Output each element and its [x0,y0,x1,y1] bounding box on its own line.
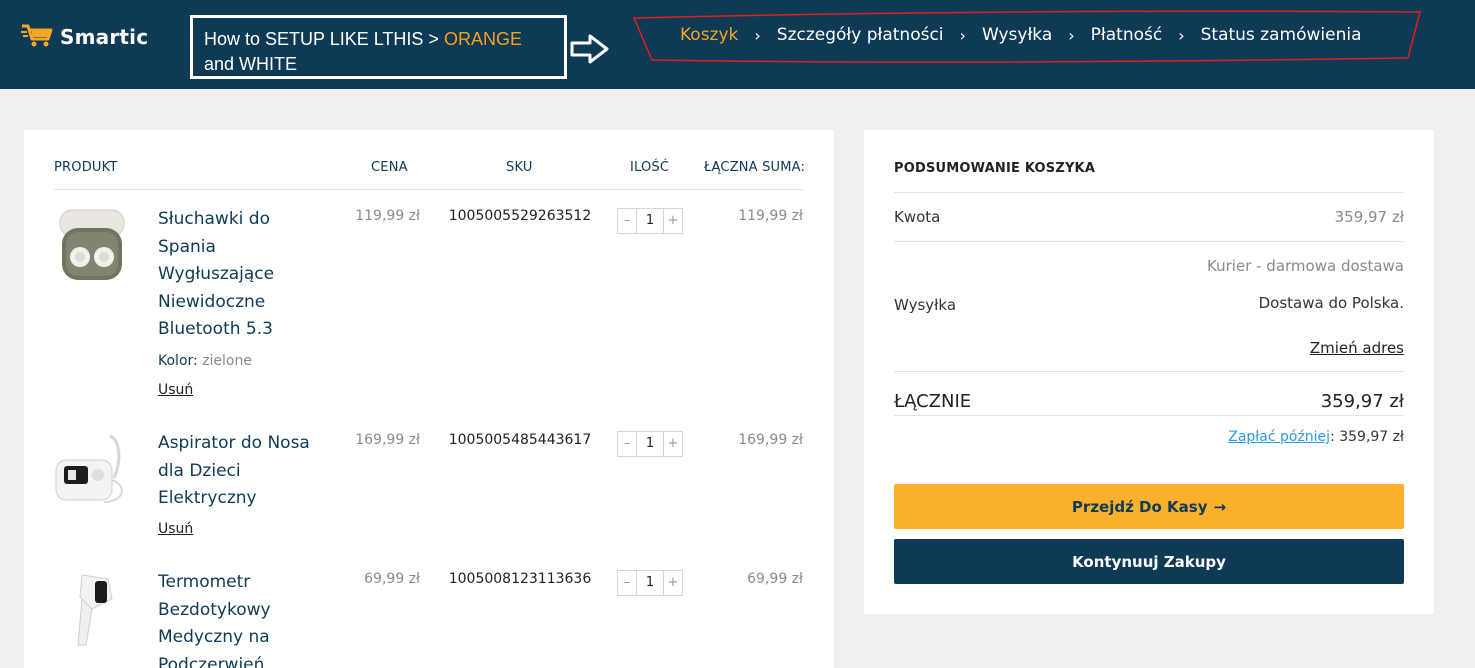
checkout-button[interactable]: Przejdź Do Kasy → [894,484,1404,529]
product-color: Kolor: zielone [158,353,252,369]
top-bar: Smartic How to SETUP LIKE LTHIS > ORANGE… [0,0,1475,89]
amount-value: 359,97 zł [1334,208,1404,226]
product-sku: 1005008123113636 [448,571,592,587]
nasal-aspirator-icon[interactable] [52,430,132,510]
annotation-text-part2: and WHITE [204,54,298,74]
column-header-sku: SKU [506,160,533,175]
arrow-right-icon: → [1213,497,1227,516]
annotation-text-orange: ORANGE [443,29,522,49]
pay-later-row: Zapłać później: 359,97 zł [1228,429,1404,445]
product-name[interactable]: Słuchawki do Spania Wygłuszające Niewido… [158,206,333,344]
line-total: 119,99 zł [738,208,803,224]
annotation-text-part1: How to SETUP LIKE LTHIS > [204,29,444,49]
chevron-right-icon: › [1178,25,1185,45]
shipping-label: Wysyłka [894,296,957,314]
product-price: 119,99 zł [355,208,420,224]
qty-minus-button[interactable]: – [618,571,636,595]
qty-input[interactable]: 1 [636,571,664,595]
product-price: 169,99 zł [355,432,420,448]
summary-title: PODSUMOWANIE KOSZYKA [894,161,1096,176]
chevron-right-icon: › [959,25,966,45]
column-header-price: CENA [371,160,408,175]
color-label: Kolor: [158,353,198,369]
quantity-stepper: – 1 + [617,570,683,596]
cart-logo-icon [20,22,56,52]
chevron-right-icon: › [754,25,761,45]
thermometer-icon[interactable] [52,569,132,649]
qty-minus-button[interactable]: – [618,432,636,456]
step-payment[interactable]: Płatność [1091,25,1163,45]
total-value: 359,97 zł [1320,391,1404,412]
chevron-right-icon: › [1068,25,1075,45]
logo-text: Smartic [60,25,149,49]
qty-plus-button[interactable]: + [664,209,682,233]
color-value: zielone [202,353,252,369]
product-price: 69,99 zł [364,571,420,587]
header-divider [54,189,803,190]
continue-shopping-button[interactable]: Kontynuuj Zakupy [894,539,1404,584]
qty-plus-button[interactable]: + [664,432,682,456]
annotation-arrow-icon [570,34,610,68]
qty-input[interactable]: 1 [636,432,664,456]
column-header-total: ŁĄCZNA SUMA: [704,160,806,175]
remove-item-link[interactable]: Usuń [158,521,193,537]
quantity-stepper: – 1 + [617,208,683,234]
amount-label: Kwota [894,208,941,226]
qty-plus-button[interactable]: + [664,571,682,595]
step-shipping[interactable]: Wysyłka [982,25,1052,45]
annotation-box: How to SETUP LIKE LTHIS > ORANGE and WHI… [190,15,567,79]
divider [894,371,1404,372]
divider [894,192,1404,193]
logo[interactable]: Smartic [20,22,148,52]
remove-item-link[interactable]: Usuń [158,382,193,398]
step-cart[interactable]: Koszyk [680,25,738,45]
checkout-button-label: Przejdź Do Kasy [1071,497,1208,516]
step-payment-details[interactable]: Szczegóły płatności [777,25,944,45]
total-label: ŁĄCZNIE [894,391,972,412]
divider [894,241,1404,242]
product-sku: 1005005529263512 [448,208,592,224]
earbuds-icon[interactable] [52,206,132,286]
shipping-destination: Dostawa do Polska. [1258,294,1404,312]
product-sku: 1005005485443617 [448,432,592,448]
line-total: 69,99 zł [747,571,803,587]
shipping-method: Kurier - darmowa dostawa [1207,257,1404,275]
column-header-product: PRODUKT [54,160,118,175]
step-order-status[interactable]: Status zamówienia [1201,25,1362,45]
divider [894,415,1404,416]
qty-input[interactable]: 1 [636,209,664,233]
qty-minus-button[interactable]: – [618,209,636,233]
pay-later-link[interactable]: Zapłać później [1228,429,1330,445]
continue-shopping-label: Kontynuuj Zakupy [1072,552,1226,571]
pay-later-value: : 359,97 zł [1330,429,1404,445]
quantity-stepper: – 1 + [617,431,683,457]
change-address-link[interactable]: Zmień adres [1310,339,1404,357]
line-total: 169,99 zł [738,432,803,448]
column-header-qty: ILOŚĆ [630,160,670,175]
checkout-steps: Koszyk › Szczegóły płatności › Wysyłka ›… [680,22,1362,48]
